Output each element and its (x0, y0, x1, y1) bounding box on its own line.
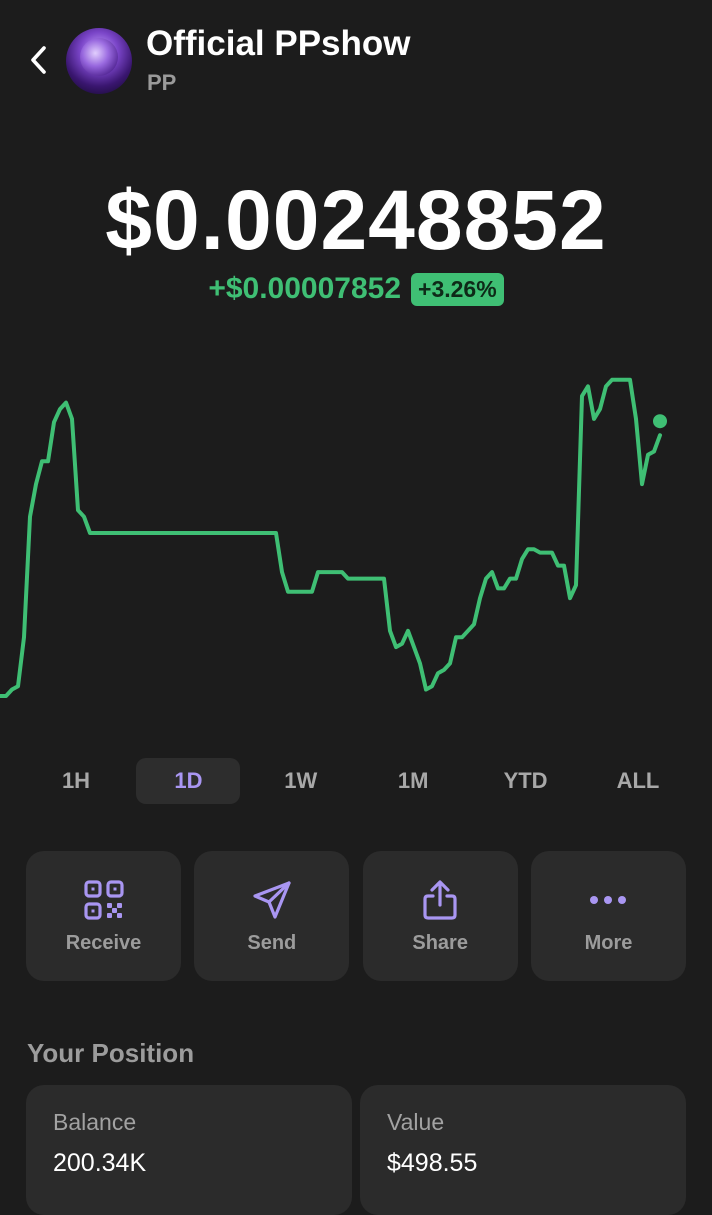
value-label: Value (387, 1109, 445, 1135)
header: Official PPshow PP (0, 0, 712, 110)
balance-label: Balance (53, 1109, 137, 1135)
send-button[interactable]: Send (194, 851, 350, 981)
more-dots-icon (586, 878, 630, 922)
price-line (0, 377, 662, 698)
more-label: More (584, 931, 633, 954)
token-avatar (66, 28, 132, 94)
token-name: Official PPshow (146, 24, 411, 63)
qr-code-icon (82, 878, 126, 922)
receive-label: Receive (65, 931, 142, 954)
share-label: Share (412, 931, 468, 954)
price-chart[interactable] (0, 340, 712, 720)
your-position-heading: Your Position (27, 1038, 195, 1068)
range-tab-ytd[interactable]: YTD (474, 758, 578, 804)
value-value: $498.55 (387, 1149, 478, 1177)
price-change-amount: +$0.00007852 (208, 272, 402, 305)
share-button[interactable]: Share (362, 851, 518, 981)
range-tab-1m[interactable]: 1M (361, 758, 465, 804)
token-price: $0.00248852 (105, 173, 607, 267)
chevron-left-icon (31, 46, 46, 74)
balance-value: 200.34K (53, 1149, 147, 1177)
balance-card: Balance 200.34K (26, 1085, 352, 1215)
share-icon (418, 878, 462, 922)
range-tab-1h[interactable]: 1H (24, 758, 128, 804)
time-range-tabs: 1H 1D 1W 1M YTD ALL (24, 758, 690, 804)
paper-plane-icon (250, 878, 294, 922)
price-change-percent-badge: +3.26% (411, 272, 504, 306)
back-button[interactable] (22, 40, 56, 80)
range-tab-1w[interactable]: 1W (249, 758, 353, 804)
position-cards: Balance 200.34K Value $498.55 (26, 1085, 686, 1215)
price-change-row: +$0.00007852 +3.26% (0, 272, 712, 306)
range-tab-all[interactable]: ALL (586, 758, 690, 804)
more-button[interactable]: More (530, 851, 686, 981)
receive-button[interactable]: Receive (26, 851, 181, 981)
send-label: Send (247, 931, 297, 954)
token-symbol: PP (147, 70, 177, 95)
range-tab-1d[interactable]: 1D (136, 758, 241, 804)
action-buttons: Receive Send Share More (26, 851, 686, 981)
value-card: Value $498.55 (360, 1085, 686, 1215)
current-price-dot (653, 414, 667, 429)
